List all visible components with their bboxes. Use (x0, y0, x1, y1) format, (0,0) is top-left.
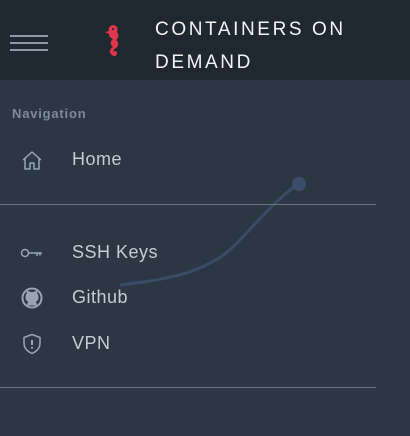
nav-item-github-label: Github (72, 287, 129, 307)
brand-line-1: CONTAINERS ON (155, 19, 346, 40)
nav-item-github[interactable]: Github (0, 278, 376, 318)
key-icon (20, 248, 42, 258)
seahorse-icon (105, 25, 119, 57)
shield-icon (23, 333, 41, 355)
nav-item-home-label: Home (72, 149, 123, 169)
nav-item-ssh-keys[interactable]: SSH Keys (0, 233, 376, 273)
nav-item-vpn[interactable]: VPN (0, 324, 376, 364)
nav-divider (0, 387, 376, 388)
github-icon (21, 287, 43, 309)
nav-divider (0, 204, 376, 205)
brand-line-2: DEMAND (155, 52, 253, 73)
top-bar: CONTAINERS ON DEMAND (0, 0, 410, 80)
nav-item-vpn-label: VPN (72, 333, 111, 353)
hamburger-menu-icon[interactable] (10, 35, 48, 51)
nav-item-home[interactable]: Home (0, 140, 376, 180)
nav-item-ssh-keys-label: SSH Keys (72, 242, 159, 262)
brand-title[interactable]: CONTAINERS ON DEMAND (155, 13, 395, 79)
home-icon (22, 151, 42, 170)
navigation-title: Navigation (12, 106, 87, 121)
